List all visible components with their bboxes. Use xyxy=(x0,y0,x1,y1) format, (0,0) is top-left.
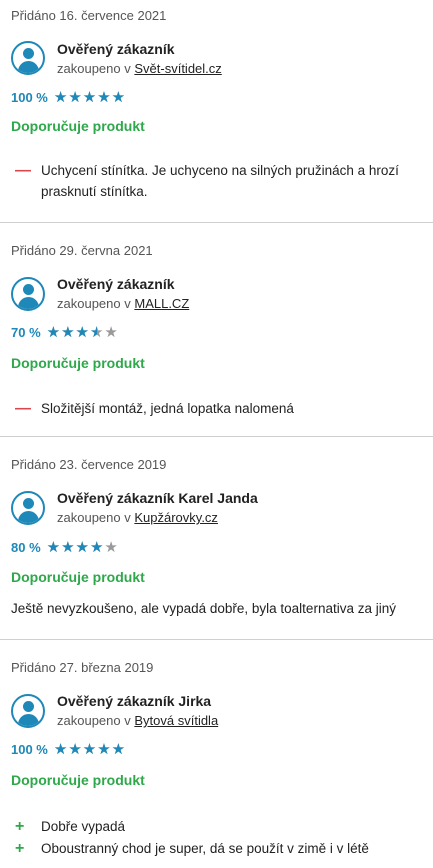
user-avatar-icon xyxy=(11,277,45,311)
purchase-source: zakoupeno v Svět-svítidel.cz xyxy=(57,61,222,76)
divider xyxy=(0,639,433,640)
shop-link[interactable]: MALL.CZ xyxy=(134,296,189,311)
bought-prefix: zakoupeno v xyxy=(57,713,131,728)
shop-link[interactable]: Svět-svítidel.cz xyxy=(134,61,221,76)
star-rating: ★★★★★★★★★★ xyxy=(46,324,119,341)
user-avatar-icon xyxy=(11,491,45,525)
star-rating: ★★★★★★★★★★ xyxy=(53,741,127,758)
review-date: Přidáno 16. července 2021 xyxy=(11,8,167,23)
rating: 100 % ★★★★★ ★★★★★ xyxy=(11,90,126,105)
author-name: Ověřený zákazník xyxy=(57,41,175,57)
author-name: Ověřený zákazník Jirka xyxy=(57,693,212,709)
bought-prefix: zakoupeno v xyxy=(57,510,131,525)
recommend-label: Doporučuje produkt xyxy=(11,355,145,371)
review-date: Přidáno 27. března 2019 xyxy=(11,660,154,675)
con-item: — Složitější montáž, jedná lopatka nalom… xyxy=(15,398,425,419)
rating-percent: 100 % xyxy=(11,742,48,757)
recommend-label: Doporučuje produkt xyxy=(11,118,145,134)
con-item: — Uchycení stínítka. Je uchyceno na siln… xyxy=(15,160,425,202)
rating: 70 % ★★★★★★★★★★ xyxy=(11,325,119,340)
rating-percent: 100 % xyxy=(11,90,48,105)
user-avatar-icon xyxy=(11,694,45,728)
star-rating: ★★★★★★★★★★ xyxy=(46,539,119,556)
review-date: Přidáno 23. července 2019 xyxy=(11,457,167,472)
purchase-source: zakoupeno v Kupžárovky.cz xyxy=(57,510,218,525)
con-text: Složitější montáž, jedná lopatka nalomen… xyxy=(41,401,294,416)
pro-text: Dobře vypadá xyxy=(41,819,126,834)
rating-percent: 80 % xyxy=(11,540,41,555)
author-name: Ověřený zákazník xyxy=(57,276,175,292)
user-avatar-icon xyxy=(11,41,45,75)
shop-link[interactable]: Kupžárovky.cz xyxy=(134,510,218,525)
review-date: Přidáno 29. června 2021 xyxy=(11,243,153,258)
plus-icon: + xyxy=(15,818,25,835)
pro-item: + Oboustranný chod je super, dá se použí… xyxy=(15,838,425,859)
shop-link[interactable]: Bytová svítidla xyxy=(134,713,218,728)
pro-item: + Dobře vypadá xyxy=(15,816,425,837)
purchase-source: zakoupeno v Bytová svítidla xyxy=(57,713,218,728)
bought-prefix: zakoupeno v xyxy=(57,296,131,311)
rating: 80 % ★★★★★★★★★★ xyxy=(11,540,119,555)
rating-percent: 70 % xyxy=(11,325,41,340)
star-rating: ★★★★★★★★★★ xyxy=(53,89,127,106)
divider xyxy=(0,222,433,223)
plus-icon: + xyxy=(15,840,25,857)
rating: 100 % ★★★★★ ★★★★★ xyxy=(11,742,126,757)
author-name: Ověřený zákazník Karel Janda xyxy=(57,490,258,506)
purchase-source: zakoupeno v MALL.CZ xyxy=(57,296,189,311)
review-text: Ještě nevyzkoušeno, ale vypadá dobře, by… xyxy=(11,601,396,616)
bought-prefix: zakoupeno v xyxy=(57,61,131,76)
recommend-label: Doporučuje produkt xyxy=(11,772,145,788)
recommend-label: Doporučuje produkt xyxy=(11,569,145,585)
minus-icon: — xyxy=(15,162,31,179)
con-text: Uchycení stínítka. Je uchyceno na silnýc… xyxy=(41,163,399,199)
pro-text: Oboustranný chod je super, dá se použít … xyxy=(41,841,369,856)
divider xyxy=(0,436,433,437)
minus-icon: — xyxy=(15,400,31,417)
